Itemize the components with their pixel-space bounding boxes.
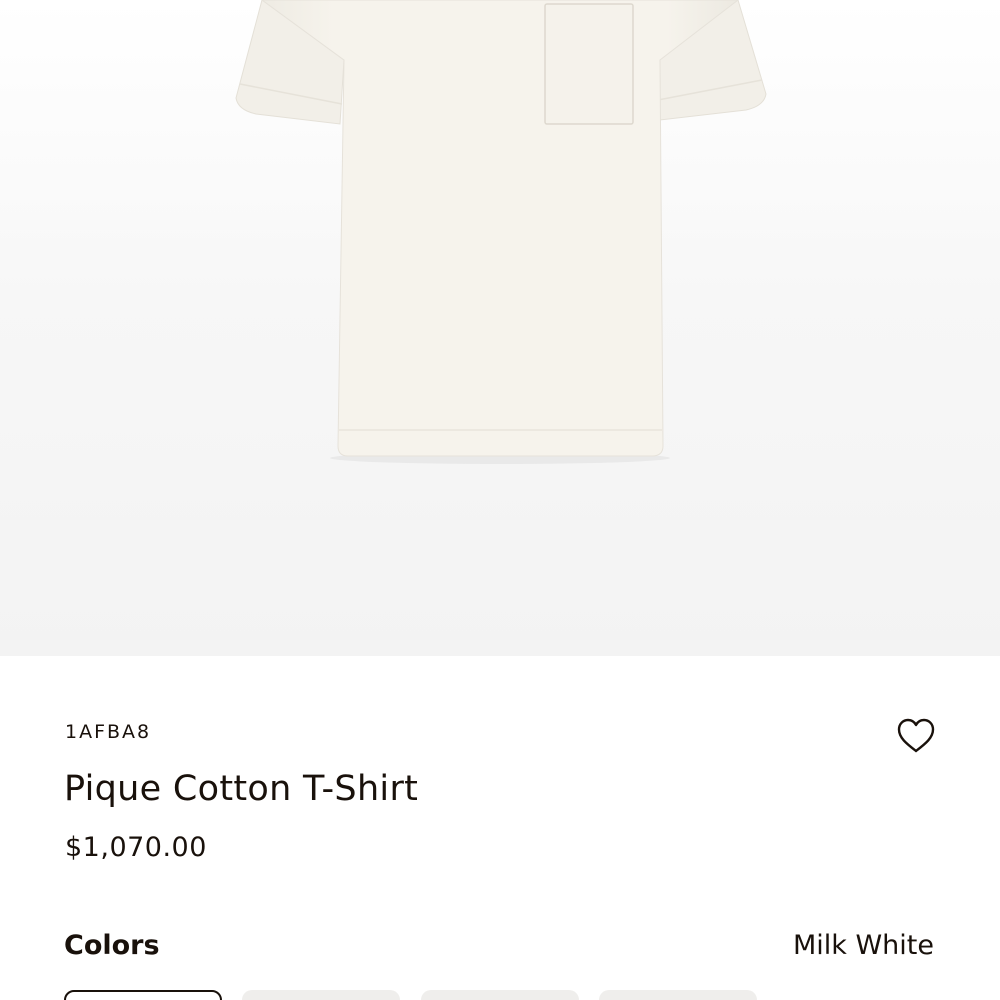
colors-label: Colors [64, 930, 160, 961]
color-swatch[interactable] [242, 990, 400, 1000]
color-swatch-list [64, 990, 944, 1000]
color-swatch-milk-white[interactable] [64, 990, 222, 1000]
wishlist-button[interactable] [893, 713, 939, 759]
product-page: 1AFBA8 Pique Cotton T-Shirt $1,070.00 Co… [0, 0, 1000, 1000]
product-title: Pique Cotton T-Shirt [64, 769, 419, 809]
selected-color-name: Milk White [792, 930, 934, 961]
product-image[interactable] [0, 0, 1000, 656]
color-swatch[interactable] [599, 990, 757, 1000]
heart-icon [897, 718, 935, 753]
t-shirt-image [235, 0, 767, 464]
color-swatch[interactable] [421, 990, 579, 1000]
product-price: $1,070.00 [65, 832, 207, 863]
product-sku: 1AFBA8 [65, 721, 152, 743]
